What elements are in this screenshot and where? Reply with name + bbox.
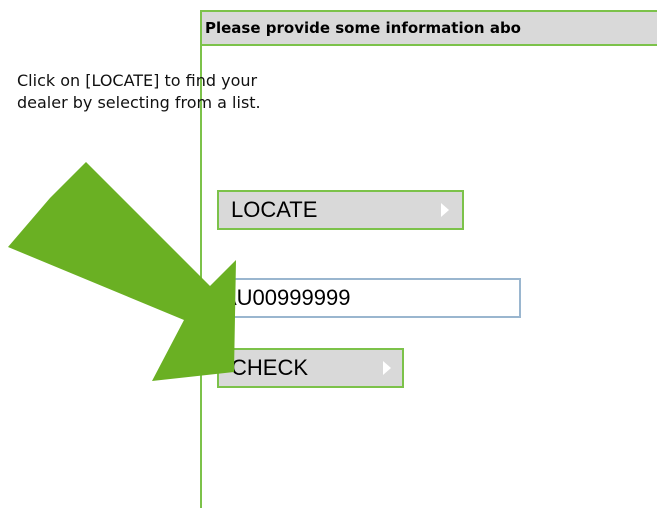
dealer-code-input[interactable] bbox=[218, 278, 521, 318]
instructions-text: Click on [LOCATE] to find your dealer by… bbox=[17, 70, 417, 114]
panel-header: Please provide some information abo bbox=[202, 12, 657, 46]
screenshot-stage: Please provide some information abo Clic… bbox=[0, 0, 657, 508]
locate-button[interactable]: LOCATE bbox=[217, 190, 464, 230]
triangle-right-icon bbox=[441, 203, 449, 217]
triangle-right-icon bbox=[383, 361, 391, 375]
instructions-line-2: dealer by selecting from a list. bbox=[17, 93, 261, 112]
check-button[interactable]: CHECK bbox=[217, 348, 404, 388]
locate-button-label: LOCATE bbox=[231, 197, 318, 222]
instructions-line-1: Click on [LOCATE] to find your bbox=[17, 71, 258, 90]
check-button-label: CHECK bbox=[231, 355, 309, 380]
